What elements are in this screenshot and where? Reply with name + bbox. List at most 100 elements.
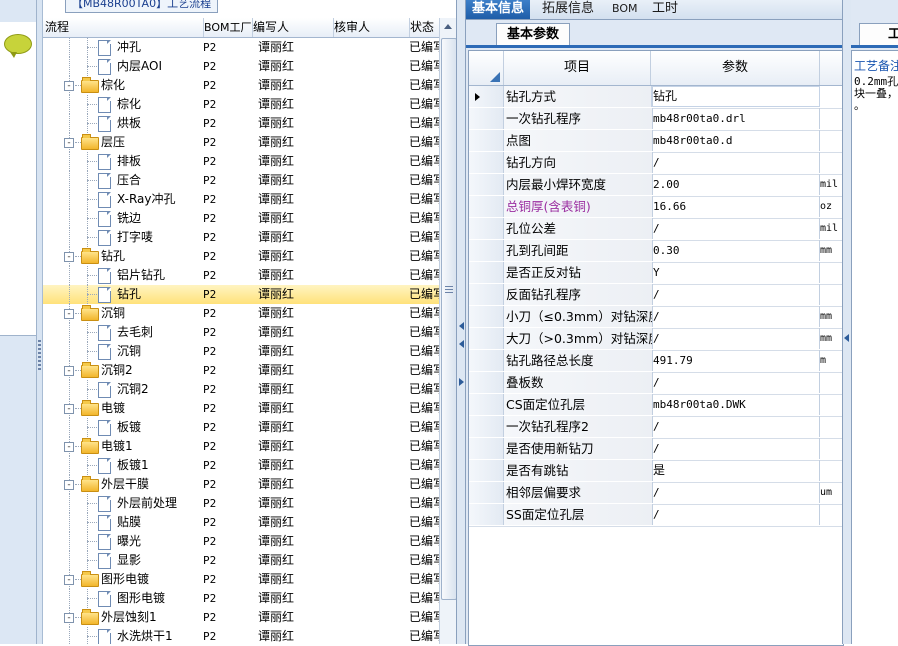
tree-row[interactable]: 贴膜 P2 谭丽红 已编写 [43, 513, 439, 532]
tree-node-label[interactable]: 外层前处理 [117, 494, 177, 513]
middle-splitter[interactable] [457, 0, 466, 644]
row-header[interactable] [469, 262, 504, 283]
tree-row[interactable]: 压合 P2 谭丽红 已编写 [43, 171, 439, 190]
tree-row[interactable]: - 钻孔 P2 谭丽红 已编写 [43, 247, 439, 266]
row-header[interactable] [469, 218, 504, 239]
collapse-node-icon[interactable]: - [64, 613, 74, 623]
tree-row[interactable]: 板镀1 P2 谭丽红 已编写 [43, 456, 439, 475]
tree-node-label[interactable]: 铣边 [117, 209, 141, 228]
tree-row[interactable]: 铣边 P2 谭丽红 已编写 [43, 209, 439, 228]
tree-node-label[interactable]: 钻孔 [101, 247, 125, 266]
param-value[interactable]: Y [651, 262, 820, 283]
param-row[interactable]: 内层最小焊环宽度 2.00 mil [469, 174, 843, 197]
tab-process-notes[interactable]: 工 [859, 23, 898, 46]
param-value[interactable]: / [651, 152, 820, 173]
tree-node-label[interactable]: 冲孔 [117, 38, 141, 57]
scroll-up-arrow-icon[interactable] [444, 24, 452, 29]
tree-node-label[interactable]: 水洗烘干1 [117, 627, 173, 644]
collapse-node-icon[interactable]: - [64, 252, 74, 262]
tree-node-label[interactable]: X-Ray冲孔 [117, 190, 175, 209]
tree-node-label[interactable]: 电镀 [101, 399, 125, 418]
tree-node-label[interactable]: 层压 [101, 133, 125, 152]
column-header-reviewer[interactable]: 核审人 [332, 18, 410, 37]
tree-row[interactable]: - 沉铜2 P2 谭丽红 已编写 [43, 361, 439, 380]
tab-basic-params[interactable]: 基本参数 [496, 23, 571, 46]
param-row[interactable]: 钻孔方式 钻孔 [469, 86, 843, 109]
collapse-node-icon[interactable]: - [64, 404, 74, 414]
column-header-param[interactable]: 参数 [651, 51, 820, 85]
tree-node-label[interactable]: 板镀1 [117, 456, 149, 475]
collapse-node-icon[interactable]: - [64, 309, 74, 319]
param-row[interactable]: CS面定位孔层 mb48r00ta0.DWK [469, 394, 843, 417]
param-row[interactable]: 小刀（≤0.3mm）对钻深度 / mm [469, 306, 843, 329]
collapse-arrow-icon[interactable] [844, 334, 849, 342]
row-header[interactable] [469, 196, 504, 217]
row-header[interactable] [469, 284, 504, 305]
param-row[interactable]: 是否使用新钻刀 / [469, 438, 843, 461]
row-header[interactable] [469, 416, 504, 437]
tree-row[interactable]: 打字唛 P2 谭丽红 已编写 [43, 228, 439, 247]
row-header[interactable] [469, 86, 504, 107]
tab-basic-info[interactable]: 基本信息 [466, 0, 531, 19]
collapse-node-icon[interactable]: - [64, 480, 74, 490]
tree-row[interactable]: - 图形电镀 P2 谭丽红 已编写 [43, 570, 439, 589]
column-header-bom-factory[interactable]: BOM工厂 [202, 18, 253, 37]
tab-work-hours[interactable]: 工时 [646, 0, 684, 19]
tree-scrollbar-thumb[interactable] [441, 38, 456, 600]
tab-extended-info[interactable]: 拓展信息 [536, 0, 600, 19]
param-value[interactable]: / [651, 504, 820, 525]
tab-bom[interactable]: BOM [606, 0, 644, 19]
row-header[interactable] [469, 130, 504, 151]
collapse-left-arrow-icon[interactable] [459, 322, 464, 330]
row-header[interactable] [469, 482, 504, 503]
tree-node-label[interactable]: 沉铜 [117, 342, 141, 361]
tree-row[interactable]: - 外层蚀刻1 P2 谭丽红 已编写 [43, 608, 439, 627]
row-header[interactable] [469, 328, 504, 349]
tree-row[interactable]: - 外层干膜 P2 谭丽红 已编写 [43, 475, 439, 494]
param-row[interactable]: 是否有跳钻是 [469, 460, 843, 483]
tree-row[interactable]: 内层AOI P2 谭丽红 已编写 [43, 57, 439, 76]
tree-row[interactable]: 外层前处理 P2 谭丽红 已编写 [43, 494, 439, 513]
tree-row[interactable]: 铝片钻孔 P2 谭丽红 已编写 [43, 266, 439, 285]
tree-row[interactable]: - 层压 P2 谭丽红 已编写 [43, 133, 439, 152]
row-header[interactable] [469, 438, 504, 459]
collapse-node-icon[interactable]: - [64, 575, 74, 585]
tree-row[interactable]: 沉铜 P2 谭丽红 已编写 [43, 342, 439, 361]
tree-node-label[interactable]: 棕化 [117, 95, 141, 114]
param-row[interactable]: 钻孔方向 / [469, 152, 843, 175]
param-row[interactable]: 反面钻孔程序 / [469, 284, 843, 307]
column-header-item[interactable]: 项目 [504, 51, 651, 85]
column-header-status[interactable]: 状态 [408, 18, 442, 37]
row-header[interactable] [469, 240, 504, 261]
tree-node-label[interactable]: 排板 [117, 152, 141, 171]
tree-node-label[interactable]: 显影 [117, 551, 141, 570]
param-value[interactable]: / [651, 416, 820, 437]
tree-row[interactable]: 去毛刺 P2 谭丽红 已编写 [43, 323, 439, 342]
row-header[interactable] [469, 394, 504, 415]
tree-node-label[interactable]: 外层蚀刻1 [101, 608, 157, 627]
param-value[interactable]: 16.66 [651, 196, 820, 217]
param-row[interactable]: 是否正反对钻 Y [469, 262, 843, 285]
tree-row[interactable]: 沉铜2 P2 谭丽红 已编写 [43, 380, 439, 399]
param-value[interactable]: / [651, 218, 820, 239]
tree-node-label[interactable]: 曝光 [117, 532, 141, 551]
row-header[interactable] [469, 460, 504, 481]
tree-row[interactable]: 板镀 P2 谭丽红 已编写 [43, 418, 439, 437]
param-value[interactable]: / [651, 306, 820, 327]
tree-row[interactable]: 水洗烘干1 P2 谭丽红 已编写 [43, 627, 439, 644]
tree-node-label[interactable]: 外层干膜 [101, 475, 149, 494]
tree-node-label[interactable]: 沉铜2 [117, 380, 149, 399]
param-row[interactable]: 孔位公差 / mil [469, 218, 843, 241]
tree-row[interactable]: 冲孔 P2 谭丽红 已编写 [43, 38, 439, 57]
param-row[interactable]: 孔到孔间距 0.30 mm [469, 240, 843, 263]
param-row[interactable]: 一次钻孔程序 mb48r00ta0.drl [469, 108, 843, 131]
param-row[interactable]: 大刀（>0.3mm）对钻深度 / mm [469, 328, 843, 351]
tree-node-label[interactable]: 沉铜2 [101, 361, 133, 380]
notes-text[interactable]: 0.2mm孔第 块一叠， 。 [854, 76, 898, 112]
tree-node-label[interactable]: 贴膜 [117, 513, 141, 532]
param-value[interactable]: 钻孔 [651, 86, 820, 107]
param-row[interactable]: SS面定位孔层 / [469, 504, 843, 527]
tree-row[interactable]: 棕化 P2 谭丽红 已编写 [43, 95, 439, 114]
tree-node-label[interactable]: 沉铜 [101, 304, 125, 323]
tree-node-label[interactable]: 棕化 [101, 76, 125, 95]
